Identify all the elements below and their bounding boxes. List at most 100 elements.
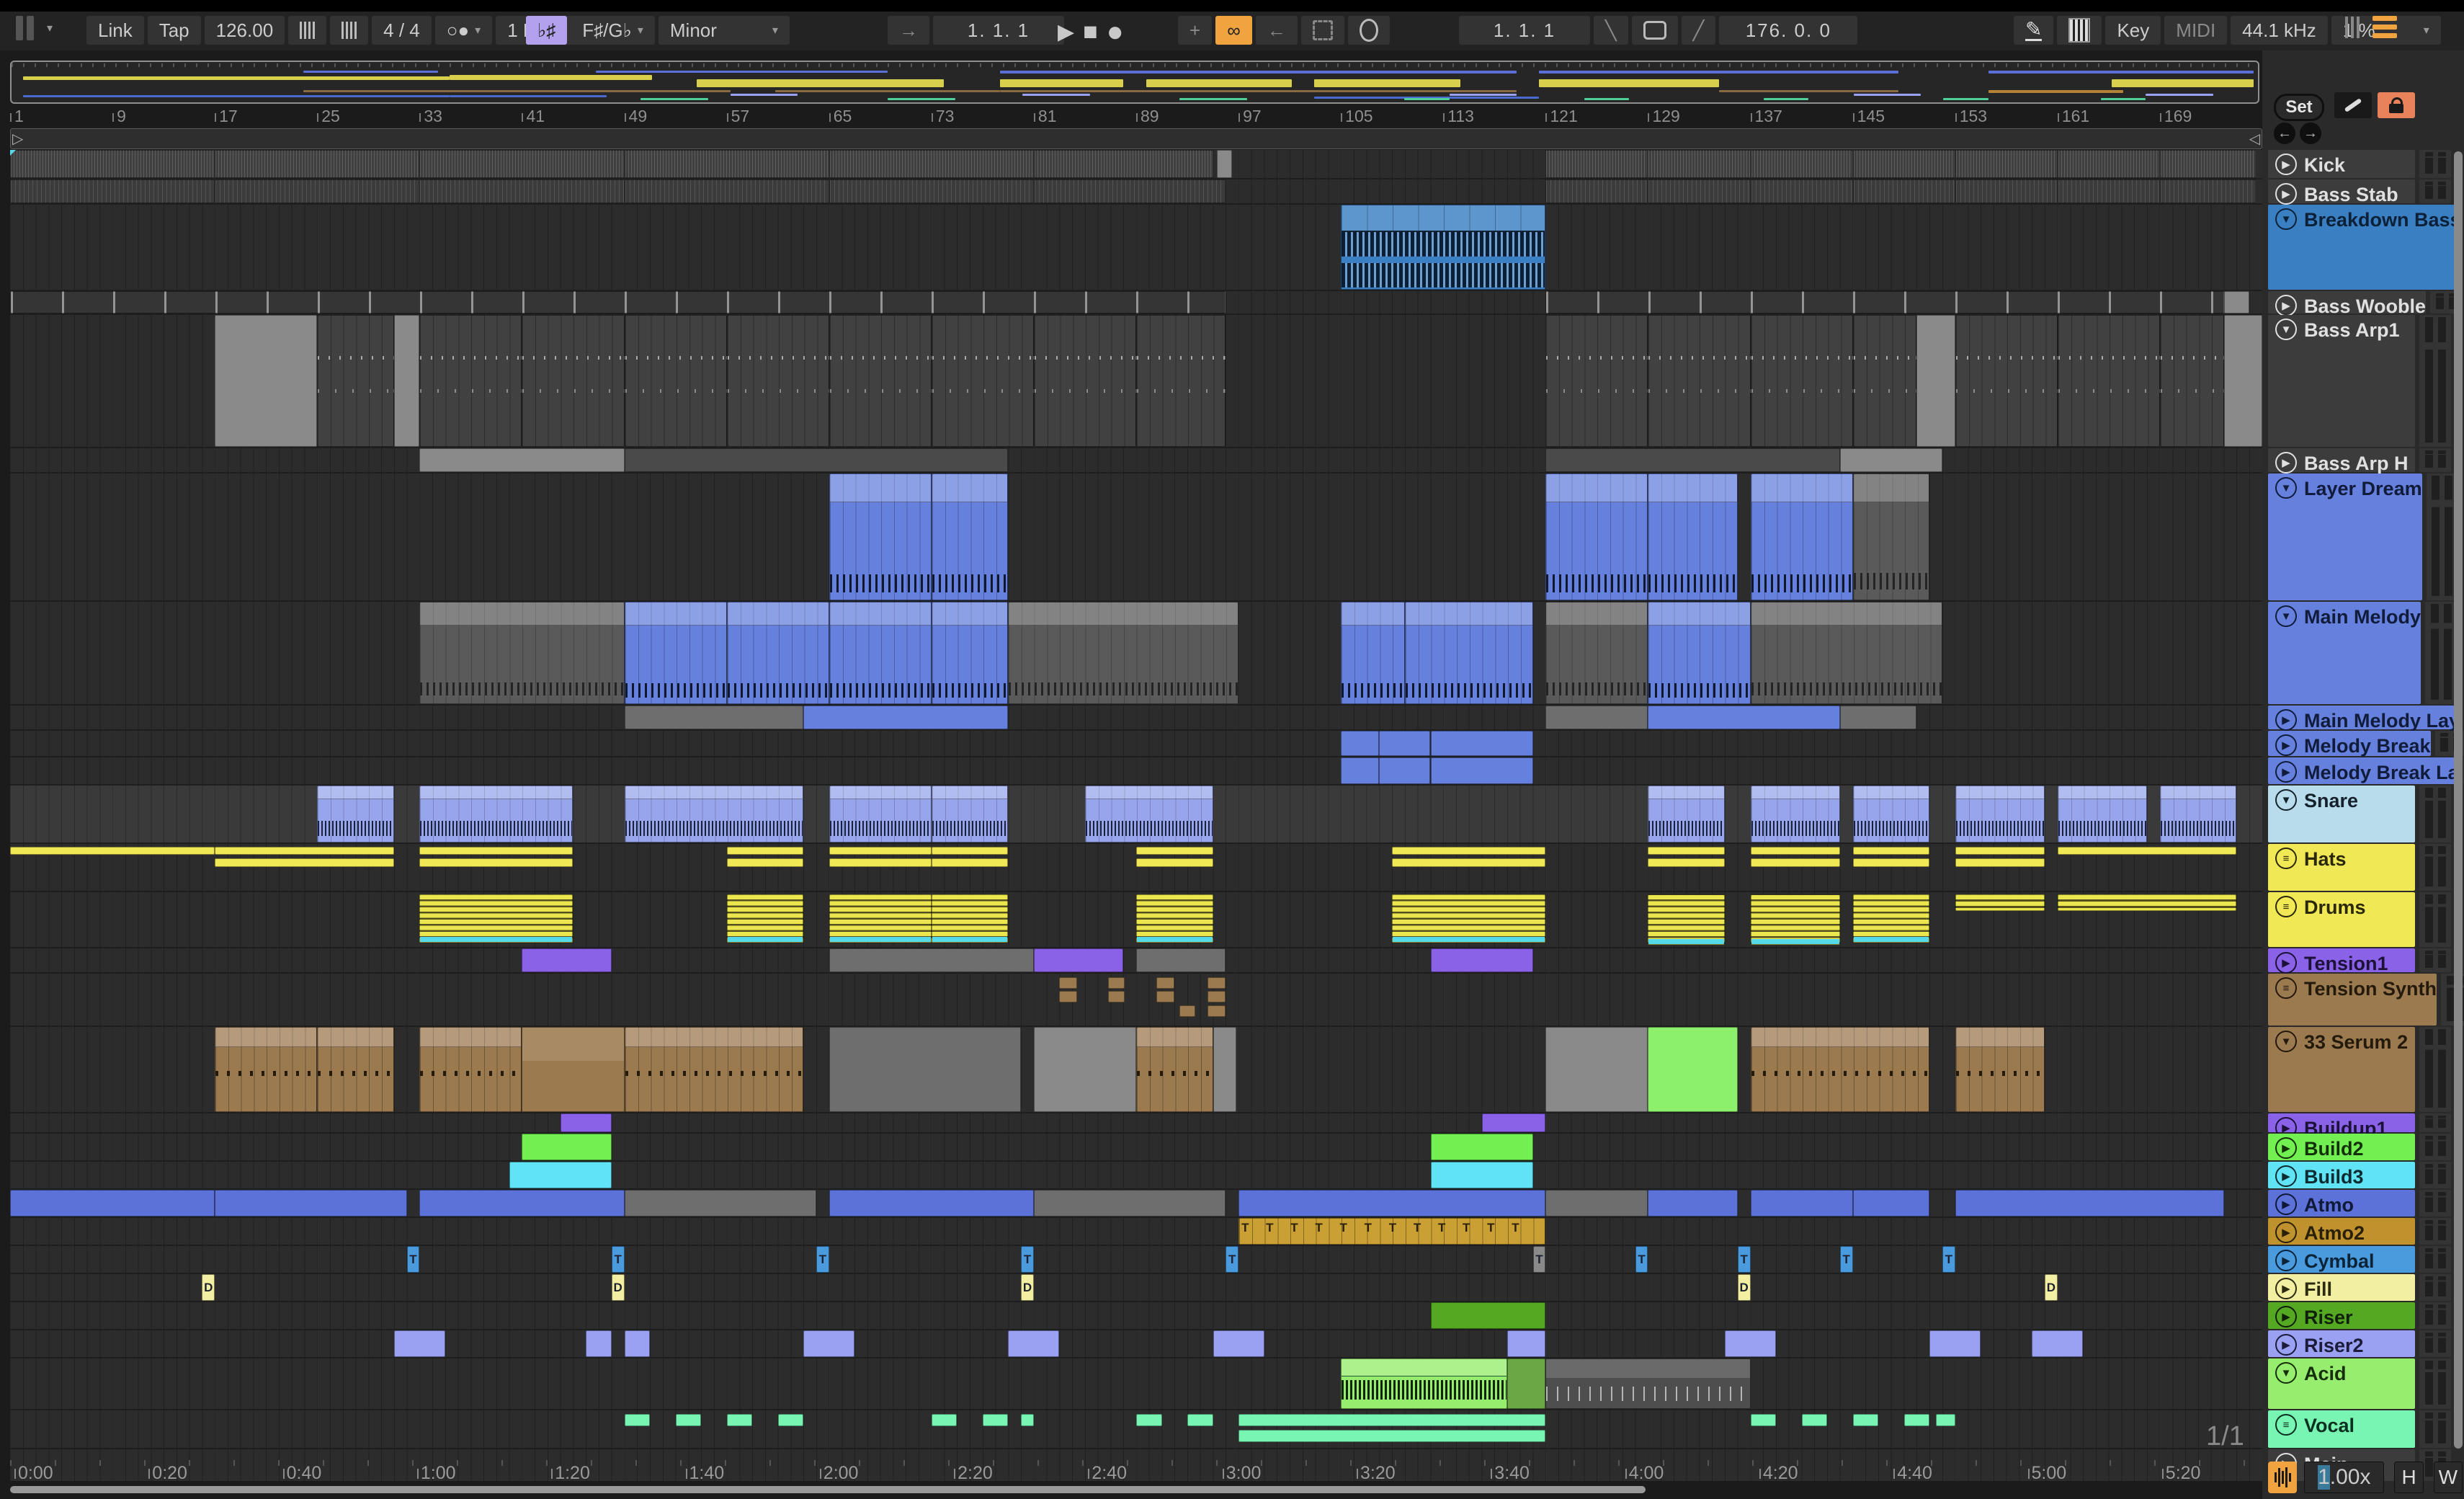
clip-riser2[interactable] <box>1929 1330 1981 1357</box>
play-icon[interactable]: ▶ <box>2275 761 2297 783</box>
clip-kick[interactable] <box>1955 150 2058 178</box>
clip-fill[interactable]: D <box>1737 1274 1751 1301</box>
clip-kick[interactable] <box>10 150 215 178</box>
clip-riser2[interactable] <box>624 1330 651 1357</box>
clip-main-melody-lay[interactable] <box>1648 706 1840 729</box>
clip-snare[interactable] <box>1852 786 1930 842</box>
clip-bass-arp1[interactable] <box>522 315 625 447</box>
clip-hats[interactable] <box>1136 858 1213 867</box>
clip-tension-synth[interactable] <box>1208 977 1226 989</box>
clip-main-melody[interactable] <box>1341 602 1405 704</box>
clip-bass-arp1[interactable] <box>393 315 420 447</box>
clip-bass-arp1[interactable] <box>624 315 727 447</box>
clip-layer-dream[interactable] <box>829 473 932 600</box>
clip-bass-arp-h[interactable] <box>1545 448 1840 472</box>
clip-main-melody[interactable] <box>1008 602 1239 704</box>
clip-cymbal[interactable]: T <box>1226 1246 1239 1273</box>
clip-drums[interactable] <box>2057 894 2237 911</box>
clip-bass-arp1[interactable] <box>1033 315 1136 447</box>
clip-kick[interactable] <box>2057 150 2160 178</box>
group-icon[interactable]: ≡ <box>2275 977 2297 999</box>
clip-snare[interactable] <box>1084 786 1213 842</box>
clip-bass-arp1[interactable] <box>2057 315 2160 447</box>
clip-riser2[interactable] <box>393 1330 445 1357</box>
clip-drums[interactable] <box>931 894 1009 943</box>
clip-snare[interactable] <box>419 786 573 842</box>
track-row-bass-arp-h[interactable] <box>10 448 2262 472</box>
track-name-box[interactable]: ≡ Drums <box>2268 892 2415 947</box>
beat-time-ruler[interactable]: 1 9 17 25 33 41 49 57 65 73 81 89 97 105 113 121 129 137 1… <box>10 105 2262 127</box>
clip-33-serum-2[interactable] <box>1545 1027 1648 1112</box>
track-header-buildup1[interactable]: ▶ Buildup1 <box>2268 1113 2457 1139</box>
play-button[interactable]: ▶ <box>1058 19 1074 45</box>
clip-main-melody[interactable] <box>1750 602 1942 704</box>
clip-bass-arp1[interactable] <box>317 315 394 447</box>
zoom-width-button[interactable]: W <box>2433 1462 2463 1493</box>
draw-mode-button[interactable]: ✎ <box>2014 16 2054 45</box>
clip-tension-synth[interactable] <box>1156 977 1175 989</box>
track-row-main-melody[interactable] <box>10 602 2262 704</box>
clip-hats[interactable] <box>1852 858 1930 867</box>
clip-vocal[interactable] <box>1936 1414 1955 1426</box>
clip-atmo[interactable] <box>829 1190 1034 1216</box>
clip-snare[interactable] <box>829 786 932 842</box>
clip-33-serum-2[interactable] <box>215 1027 318 1112</box>
clip-vocal[interactable] <box>1801 1414 1828 1426</box>
clip-snare[interactable] <box>1648 786 1726 842</box>
track-name-box[interactable]: ▶ Build3 <box>2268 1162 2415 1188</box>
clip-riser2[interactable] <box>1213 1330 1264 1357</box>
track-name-box[interactable]: ▶ Melody Break <box>2268 731 2431 757</box>
clip-tension-synth[interactable] <box>1208 991 1226 1003</box>
track-header-33-serum-2[interactable]: ▼ 33 Serum 2 <box>2268 1027 2457 1112</box>
track-name-box[interactable]: ▶ Melody Break La <box>2268 757 2459 784</box>
track-row-breakdown-bass[interactable] <box>10 205 2262 290</box>
clip-riser2[interactable] <box>1008 1330 1060 1357</box>
clip-riser2[interactable] <box>1725 1330 1777 1357</box>
clip-snare[interactable] <box>624 786 804 842</box>
clip-vocal[interactable] <box>1136 1414 1162 1426</box>
clip-bass-arp1[interactable] <box>1750 315 1853 447</box>
track-name-box[interactable]: ≡ Tension Synth <box>2268 974 2437 1026</box>
clip-bass-arp-h[interactable] <box>1839 448 1942 472</box>
clip-hats[interactable] <box>215 858 394 867</box>
time-ruler[interactable]: 0:00 0:20 0:40 1:00 1:20 1:40 2:00 2:20 2:40 3:00… <box>10 1460 2262 1485</box>
track-name-box[interactable]: ▶ Cymbal <box>2268 1246 2415 1273</box>
clip-bass-stab[interactable] <box>1750 179 1853 203</box>
track-name-box[interactable]: ▼ Bass Arp1 <box>2268 315 2415 447</box>
clip-tension-synth[interactable] <box>1156 991 1175 1003</box>
clip-atmo[interactable] <box>1648 1190 1738 1216</box>
clip-acid[interactable] <box>1545 1358 1751 1409</box>
clip-bass-wooble[interactable] <box>10 291 1226 313</box>
disk-overload-indicator[interactable] <box>2373 16 2397 38</box>
play-icon[interactable]: ▶ <box>2275 734 2297 756</box>
unfold-icon[interactable]: ▼ <box>2275 789 2297 811</box>
clip-drums[interactable] <box>829 894 932 943</box>
clip-riser[interactable] <box>1430 1302 1546 1329</box>
track-name-box[interactable]: ▶ Bass Stab <box>2268 179 2415 205</box>
clip-bass-arp1[interactable] <box>726 315 829 447</box>
record-button[interactable]: ● <box>1107 16 1124 48</box>
clip-vocal[interactable] <box>777 1414 804 1426</box>
clip-hats[interactable] <box>829 846 932 855</box>
unfold-icon[interactable]: ▼ <box>2275 319 2297 340</box>
clip-riser2[interactable] <box>1507 1330 1546 1357</box>
clip-kick[interactable] <box>419 150 625 178</box>
clip-main-melody[interactable] <box>829 602 932 704</box>
track-name-box[interactable]: ▶ Riser <box>2268 1302 2415 1329</box>
clip-cymbal[interactable]: T <box>1021 1246 1034 1273</box>
clip-bass-arp-h[interactable] <box>624 448 1009 472</box>
clip-cymbal[interactable]: T <box>1532 1246 1546 1273</box>
clip-melody-break-la[interactable] <box>1379 757 1431 784</box>
clip-main-melody[interactable] <box>419 602 625 704</box>
unfold-icon[interactable]: ▼ <box>2275 477 2297 499</box>
clip-vocal[interactable] <box>931 1414 958 1426</box>
track-name-box[interactable]: ▼ Layer Dream <box>2268 473 2422 600</box>
play-icon[interactable]: ▶ <box>2275 1193 2297 1215</box>
clip-atmo[interactable] <box>215 1190 407 1216</box>
clip-tension1[interactable] <box>522 948 612 972</box>
track-header-hats[interactable]: ≡ Hats <box>2268 844 2457 891</box>
re-enable-automation-button[interactable]: ← <box>1255 16 1298 45</box>
clip-acid[interactable] <box>1341 1358 1508 1409</box>
track-row-layer-dream[interactable] <box>10 473 2262 600</box>
play-icon[interactable]: ▶ <box>2275 452 2297 473</box>
